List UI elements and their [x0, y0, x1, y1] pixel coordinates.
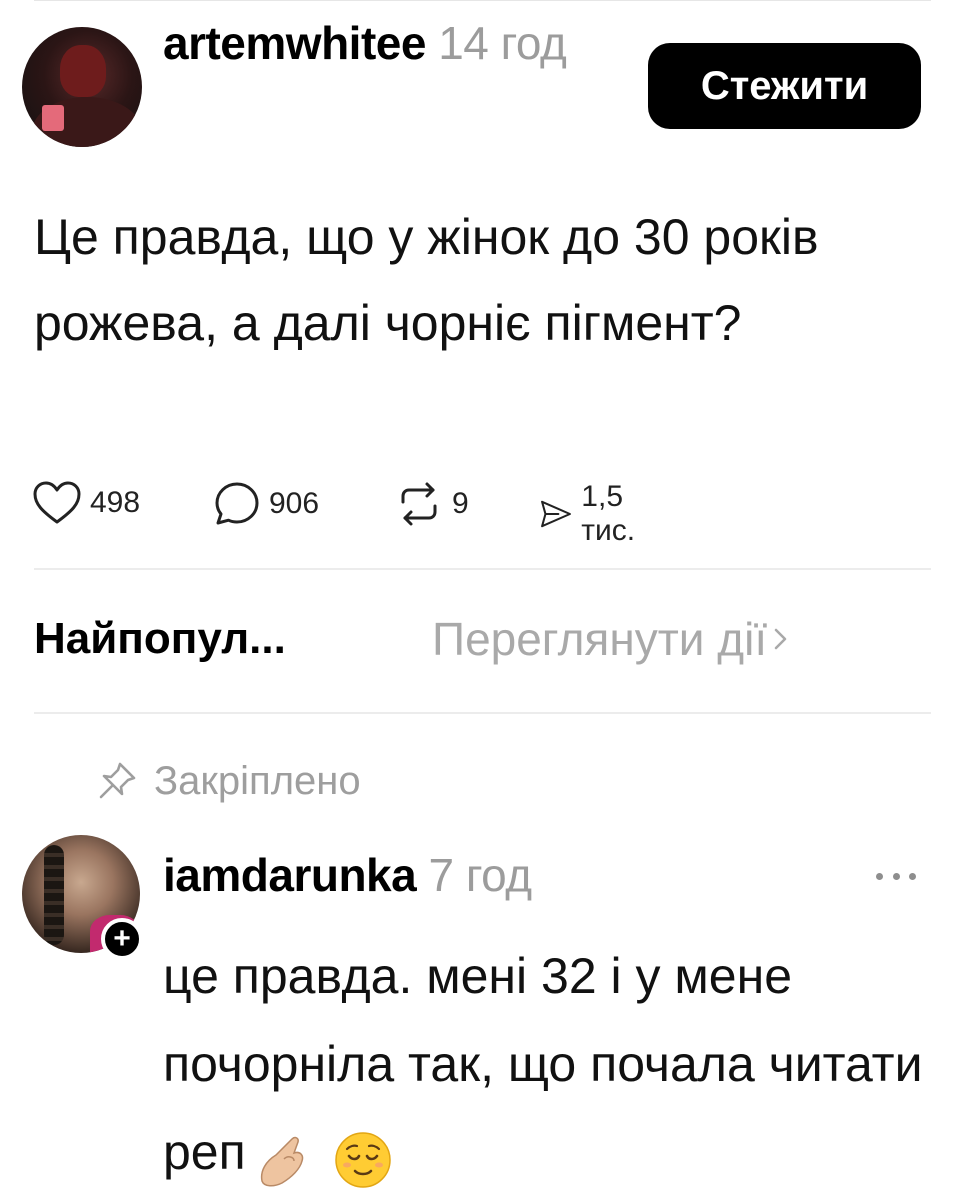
reply-count: 906 [269, 487, 320, 520]
relieved-face-emoji [334, 1131, 391, 1188]
post-author-avatar[interactable] [22, 27, 142, 147]
post-author-username[interactable]: artemwhitee [163, 17, 426, 69]
pinned-indicator: Закріплено [94, 758, 361, 804]
follow-plus-badge[interactable]: + [101, 918, 143, 960]
reply-timestamp: 7 год [428, 849, 533, 901]
avatar-figure-braid [44, 845, 64, 945]
repost-count: 9 [452, 487, 469, 520]
pinched-fingers-emoji [260, 1136, 303, 1187]
pinned-label: Закріплено [154, 758, 361, 803]
post-author-line: artemwhitee 14 год [163, 14, 623, 72]
post-body-text: Це правда, що у жінок до 30 років рожева… [34, 209, 819, 351]
reply-body: це правда. мені 32 і у мене почорніла та… [163, 932, 923, 1200]
sort-dropdown[interactable]: Найпопул... [34, 614, 286, 664]
pin-icon [99, 762, 136, 799]
comment-icon [215, 482, 259, 525]
avatar-figure-head [60, 45, 106, 97]
divider [34, 712, 931, 714]
follow-button[interactable]: Стежити [648, 43, 921, 129]
like-button[interactable]: 498 [32, 480, 140, 526]
reply-author-username[interactable]: iamdarunka [163, 849, 417, 901]
chevron-right-icon [774, 628, 787, 650]
send-icon [541, 500, 571, 528]
reply-emojis [254, 1112, 394, 1200]
repost-icon [401, 482, 437, 526]
repost-button[interactable]: 9 [394, 480, 469, 528]
post-timestamp: 14 год [438, 17, 567, 69]
top-divider [34, 0, 931, 1]
share-count: 1,5 тис. [581, 480, 636, 547]
view-activity-label: Переглянути дії [432, 613, 768, 665]
reply-button[interactable]: 906 [213, 480, 319, 528]
more-options-button[interactable] [876, 868, 916, 884]
divider [34, 568, 931, 570]
view-activity-link[interactable]: Переглянути дії [432, 612, 789, 666]
more-dot [892, 872, 900, 880]
more-dot [909, 872, 916, 880]
share-button[interactable]: 1,5 тис. [538, 480, 652, 548]
more-dot [876, 872, 883, 880]
avatar-figure-cup [42, 105, 64, 131]
heart-icon [33, 481, 81, 524]
reply-author-line: iamdarunka 7 год [163, 846, 532, 904]
like-count: 498 [90, 486, 141, 519]
